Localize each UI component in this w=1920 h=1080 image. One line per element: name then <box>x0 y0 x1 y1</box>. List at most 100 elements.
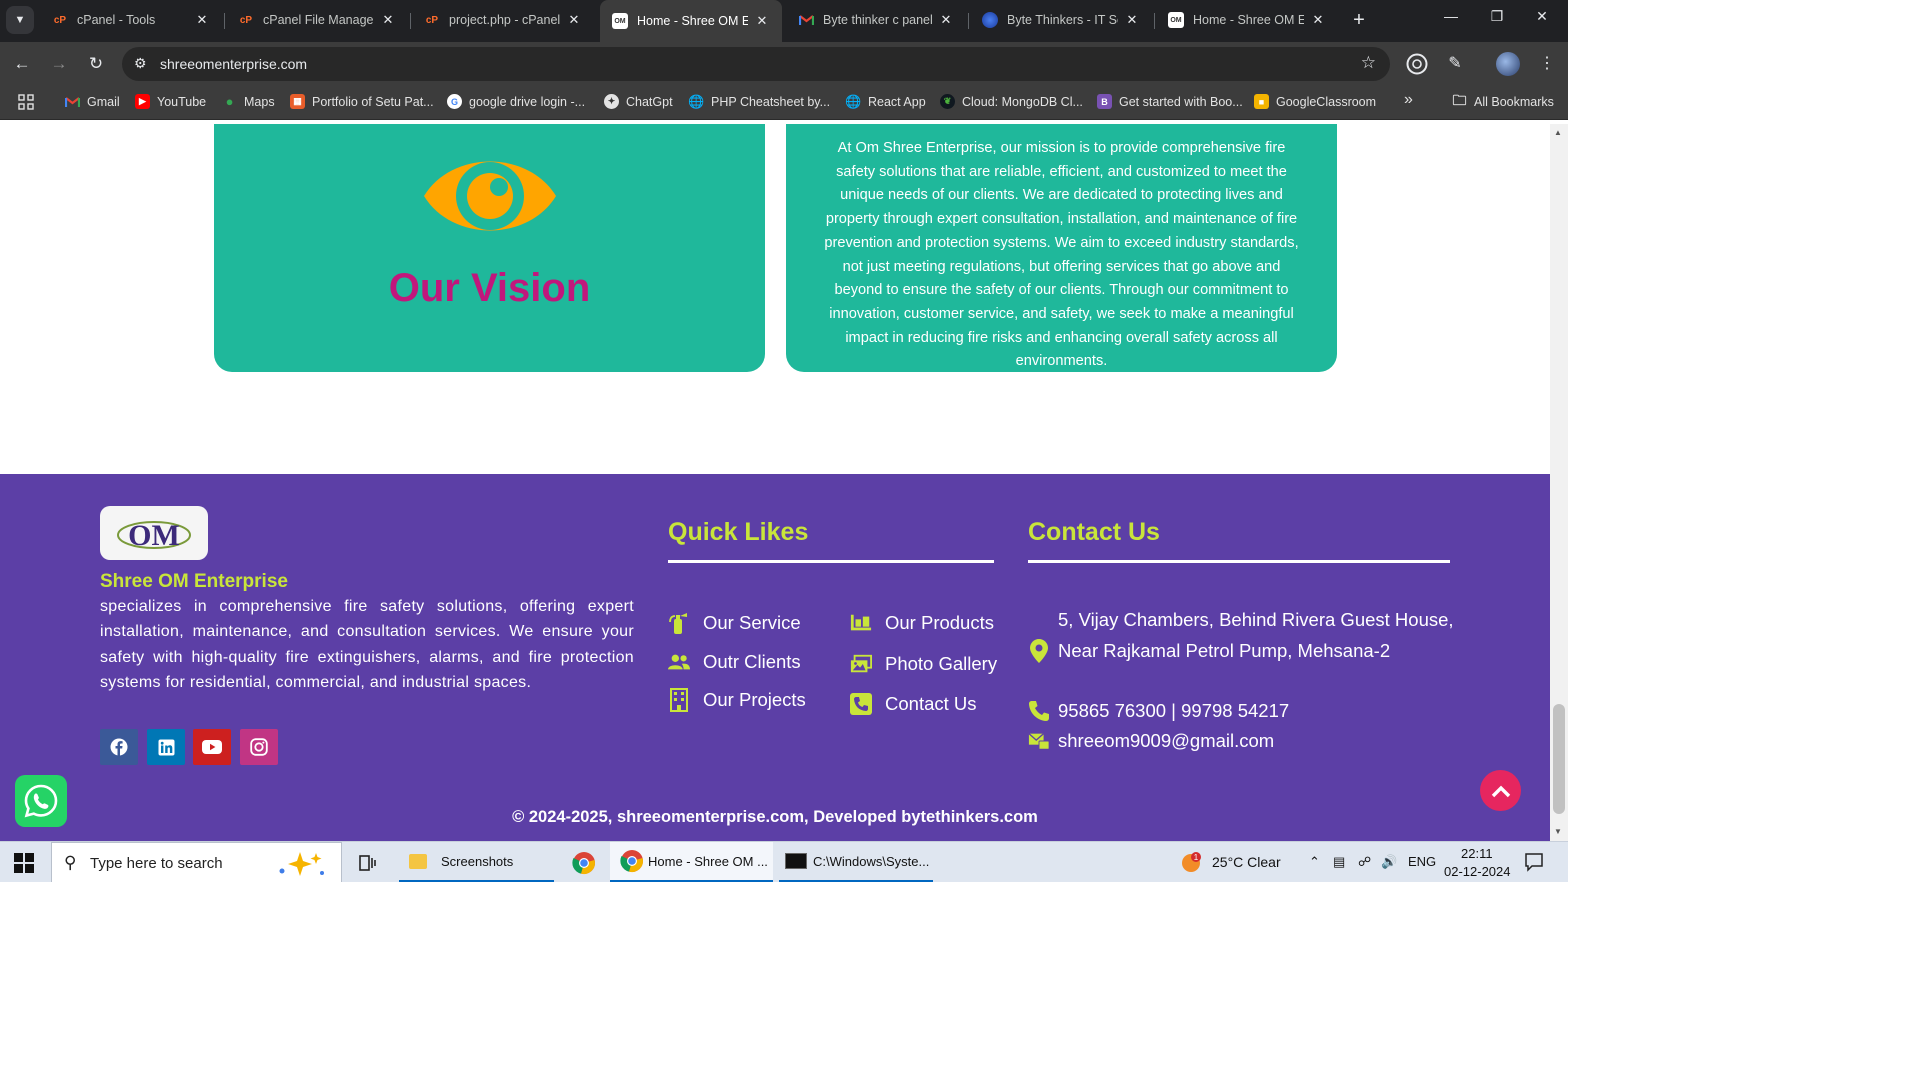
contact-title: Contact Us <box>1028 518 1160 546</box>
linkedin-button[interactable] <box>147 729 185 765</box>
url-text[interactable]: shreeomenterprise.com <box>160 56 307 72</box>
task-view-icon <box>359 854 376 871</box>
network-icon[interactable]: ☍ <box>1358 854 1371 870</box>
tab-project-php[interactable]: cP project.php - cPanel F ✕ <box>412 0 594 40</box>
weather-icon[interactable]: 1 <box>1180 850 1204 877</box>
facebook-button[interactable] <box>100 729 138 765</box>
tab-cpanel-tools[interactable]: cP cPanel - Tools ✕ <box>40 0 222 40</box>
taskbar-chrome[interactable] <box>568 842 600 882</box>
close-window-button[interactable]: ✕ <box>1527 8 1557 25</box>
instagram-button[interactable] <box>240 729 278 765</box>
mail-icon <box>1028 730 1050 752</box>
taskbar-screenshots[interactable]: Screenshots <box>399 842 554 882</box>
extensions-icon[interactable]: ✎ <box>1442 53 1468 73</box>
bookmark-portfolio[interactable]: ▦ Portfolio of Setu Pat... <box>290 94 434 109</box>
windows-start-button[interactable] <box>14 853 34 878</box>
close-icon[interactable]: ✕ <box>754 13 770 29</box>
tab-byte-thinkers-it[interactable]: Byte Thinkers - IT Ser ✕ <box>970 0 1152 40</box>
phone-square-icon <box>850 693 872 715</box>
classroom-icon: ■ <box>1254 94 1269 109</box>
scroll-up-arrow[interactable]: ▲ <box>1554 128 1562 137</box>
site-info-icon[interactable]: ⚙ <box>134 55 147 72</box>
close-icon[interactable]: ✕ <box>1310 12 1326 28</box>
bookmark-chatgpt[interactable]: ✦ ChatGpt <box>604 94 673 109</box>
location-pin-icon <box>1028 639 1050 663</box>
bookmark-star-icon[interactable]: ☆ <box>1361 53 1376 73</box>
apps-grid-icon[interactable] <box>18 94 34 110</box>
quick-link-our-clients[interactable]: Outr Clients <box>668 651 801 673</box>
page-scrollbar[interactable]: ▲ ▼ <box>1550 124 1568 841</box>
menu-icon[interactable]: ⋮ <box>1534 53 1560 73</box>
bookmark-react-app[interactable]: 🌐 React App <box>845 93 925 109</box>
taskbar-search-box[interactable]: ⚲ Type here to search <box>51 842 342 882</box>
clock-time[interactable]: 22:11 <box>1461 846 1493 861</box>
folder-icon <box>409 853 427 869</box>
bookmark-google-drive[interactable]: G google drive login -... <box>447 94 585 109</box>
bookmark-php-cheatsheet[interactable]: 🌐 PHP Cheatsheet by... <box>688 94 830 109</box>
scrollbar-thumb[interactable] <box>1553 704 1565 814</box>
notifications-icon[interactable] <box>1524 852 1544 875</box>
company-logo[interactable]: OM <box>100 506 208 560</box>
restore-button[interactable]: ❐ <box>1482 8 1512 25</box>
close-icon[interactable]: ✕ <box>194 12 210 28</box>
bookmark-youtube[interactable]: ▶ YouTube <box>135 94 206 109</box>
svg-text:OM: OM <box>128 519 180 552</box>
fire-extinguisher-icon <box>668 612 690 634</box>
clock-date[interactable]: 02-12-2024 <box>1444 864 1511 879</box>
bookmark-gmail[interactable]: Gmail <box>65 94 120 109</box>
bookmark-bootstrap[interactable]: B Get started with Boo... <box>1097 94 1243 109</box>
quick-link-our-products[interactable]: Our Products <box>850 612 994 634</box>
contact-email[interactable]: shreeom9009@gmail.com <box>1058 726 1458 757</box>
facebook-icon <box>110 738 128 756</box>
back-button[interactable]: ← <box>9 52 35 78</box>
minimize-button[interactable]: — <box>1436 8 1466 24</box>
cpanel-icon: cP <box>425 14 439 26</box>
search-icon: ⚲ <box>64 853 77 872</box>
quick-link-our-projects[interactable]: Our Projects <box>668 688 806 712</box>
new-tab-button[interactable]: + <box>1347 9 1371 31</box>
quick-link-our-service[interactable]: Our Service <box>668 612 801 634</box>
globe-icon: 🌐 <box>845 93 862 109</box>
quick-link-contact-us[interactable]: Contact Us <box>850 693 977 715</box>
close-icon[interactable]: ✕ <box>938 12 954 28</box>
close-icon[interactable]: ✕ <box>380 12 396 28</box>
close-icon[interactable]: ✕ <box>1124 12 1140 28</box>
scroll-to-top-button[interactable] <box>1480 770 1521 811</box>
youtube-button[interactable] <box>193 729 231 765</box>
chatgpt-icon: ✦ <box>604 94 619 109</box>
weather-text[interactable]: 25°C Clear <box>1212 854 1281 870</box>
bookmark-maps[interactable]: ● Maps <box>222 94 275 109</box>
om-favicon: OM <box>1168 12 1184 28</box>
tab-byte-thinker-cpanel[interactable]: Byte thinker c panel ✕ <box>786 0 966 40</box>
chevron-up-icon[interactable]: ⌃ <box>1309 854 1320 870</box>
password-manager-icon[interactable] <box>1404 53 1430 80</box>
profile-avatar[interactable] <box>1496 52 1520 76</box>
bookmark-mongodb[interactable]: ❦ Cloud: MongoDB Cl... <box>940 94 1083 109</box>
contact-phone[interactable]: 95865 76300 | 99798 54217 <box>1058 696 1458 727</box>
tab-bar: ▼ cP cPanel - Tools ✕ cP cPanel File Man… <box>0 0 1568 42</box>
taskbar-chrome-home-shree-om[interactable]: Home - Shree OM ... <box>610 842 773 882</box>
tab-search-button[interactable]: ▼ <box>6 6 34 34</box>
tab-home-shree-om-active[interactable]: OM Home - Shree OM En ✕ <box>600 0 782 42</box>
language-indicator[interactable]: ENG <box>1408 854 1436 869</box>
mission-card: At Om Shree Enterprise, our mission is t… <box>786 124 1337 372</box>
task-view-button[interactable] <box>356 842 380 882</box>
youtube-icon <box>202 740 222 754</box>
bookmarks-overflow-button[interactable]: » <box>1404 91 1413 109</box>
reload-button[interactable]: ↻ <box>83 52 109 78</box>
volume-icon[interactable]: 🔊 <box>1381 854 1397 870</box>
all-bookmarks-button[interactable]: 🗀 All Bookmarks <box>1452 92 1554 109</box>
taskbar-cmd[interactable]: C:\Windows\Syste... <box>779 842 933 882</box>
forward-button[interactable]: → <box>46 52 72 78</box>
close-icon[interactable]: ✕ <box>566 12 582 28</box>
chrome-icon <box>572 851 595 874</box>
tab-cpanel-file-manager[interactable]: cP cPanel File Manager ✕ <box>226 0 408 40</box>
instagram-icon <box>250 738 268 756</box>
quick-link-photo-gallery[interactable]: Photo Gallery <box>850 653 997 675</box>
address-bar[interactable]: ⚙ shreeomenterprise.com ☆ <box>122 47 1390 81</box>
bookmark-google-classroom[interactable]: ■ GoogleClassroom <box>1254 94 1376 109</box>
battery-icon[interactable]: ▤ <box>1333 854 1345 870</box>
tab-home-shree-om[interactable]: OM Home - Shree OM En ✕ <box>1156 0 1338 40</box>
eye-icon <box>424 161 556 231</box>
scroll-down-arrow[interactable]: ▼ <box>1554 827 1562 836</box>
